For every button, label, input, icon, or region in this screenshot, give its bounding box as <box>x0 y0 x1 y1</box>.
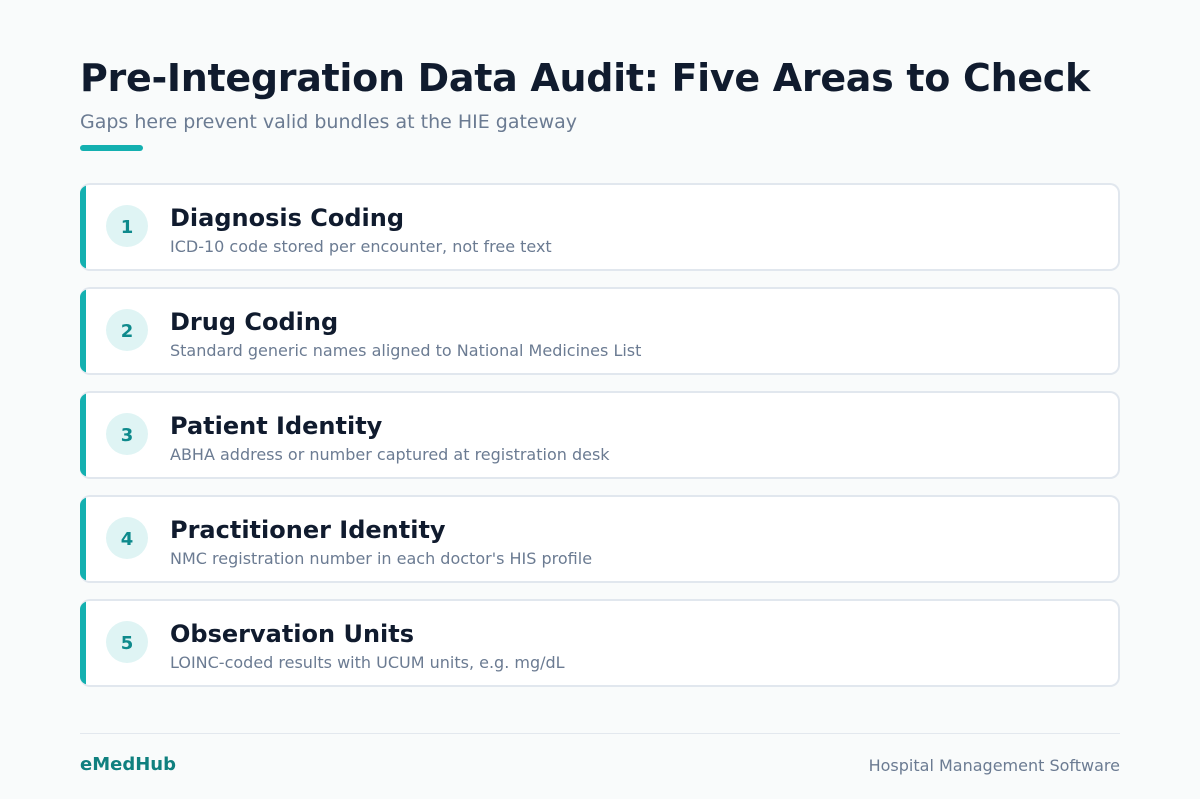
audit-item-observation-units: 5 Observation Units LOINC-coded results … <box>80 599 1120 687</box>
item-title: Patient Identity <box>170 412 383 440</box>
audit-item-diagnosis-coding: 1 Diagnosis Coding ICD-10 code stored pe… <box>80 183 1120 271</box>
brand-name: eMedHub <box>80 754 176 775</box>
item-description: NMC registration number in each doctor's… <box>170 549 593 568</box>
item-number-badge: 3 <box>106 413 148 455</box>
card-accent-stripe <box>80 393 86 477</box>
item-number-badge: 1 <box>106 205 148 247</box>
card-accent-stripe <box>80 601 86 685</box>
item-description: ABHA address or number captured at regis… <box>170 445 610 464</box>
item-description: LOINC-coded results with UCUM units, e.g… <box>170 653 565 672</box>
audit-item-drug-coding: 2 Drug Coding Standard generic names ali… <box>80 287 1120 375</box>
card-accent-stripe <box>80 289 86 373</box>
item-description: Standard generic names aligned to Nation… <box>170 341 642 360</box>
page-title: Pre-Integration Data Audit: Five Areas t… <box>80 56 1091 100</box>
audit-item-patient-identity: 3 Patient Identity ABHA address or numbe… <box>80 391 1120 479</box>
audit-area-list: 1 Diagnosis Coding ICD-10 code stored pe… <box>80 183 1120 703</box>
card-accent-stripe <box>80 185 86 269</box>
page-subtitle: Gaps here prevent valid bundles at the H… <box>80 111 578 133</box>
item-title: Diagnosis Coding <box>170 204 405 232</box>
card-accent-stripe <box>80 497 86 581</box>
item-number-badge: 2 <box>106 309 148 351</box>
item-title: Drug Coding <box>170 308 339 336</box>
brand-tagline: Hospital Management Software <box>868 756 1120 775</box>
item-number-badge: 5 <box>106 621 148 663</box>
item-description: ICD-10 code stored per encounter, not fr… <box>170 237 552 256</box>
item-title: Observation Units <box>170 620 415 648</box>
item-title: Practitioner Identity <box>170 516 446 544</box>
title-accent-bar <box>80 145 143 151</box>
footer-divider <box>80 733 1120 734</box>
audit-item-practitioner-identity: 4 Practitioner Identity NMC registration… <box>80 495 1120 583</box>
item-number-badge: 4 <box>106 517 148 559</box>
